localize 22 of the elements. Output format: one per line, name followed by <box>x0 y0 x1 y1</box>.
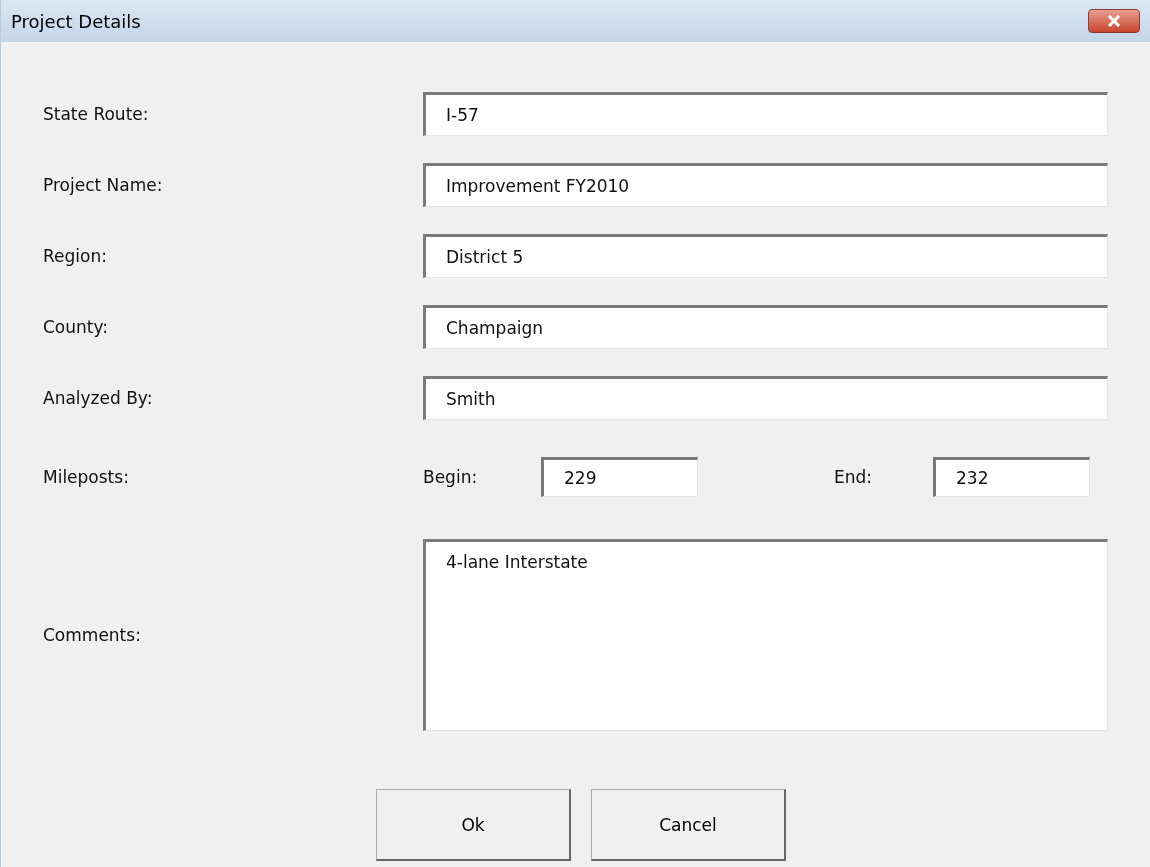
field-label: Project Name: <box>43 175 164 195</box>
field-label: State Route: <box>43 104 150 124</box>
text-field[interactable]: District 5 <box>423 234 1108 278</box>
field-label: Analyzed By: <box>43 388 154 408</box>
text-field[interactable]: Champaign <box>423 305 1108 349</box>
field-label: County: <box>43 317 110 337</box>
field-label: Mileposts: <box>43 467 130 487</box>
field-label: End: <box>834 467 874 487</box>
window-title: Project Details <box>11 10 141 32</box>
text-field[interactable]: Smith <box>423 376 1108 420</box>
text-field[interactable]: Improvement FY2010 <box>423 163 1108 207</box>
comments-field[interactable]: 4-lane Interstate <box>423 539 1108 731</box>
text-field[interactable]: I-57 <box>423 92 1108 136</box>
text-field[interactable]: 229 <box>541 457 698 497</box>
field-label: Comments: <box>43 625 142 645</box>
cancel-button[interactable]: Cancel <box>591 789 786 861</box>
field-label: Region: <box>43 246 108 266</box>
close-icon <box>1107 15 1121 27</box>
close-button[interactable] <box>1088 9 1140 33</box>
field-label: Begin: <box>423 467 479 487</box>
ok-button[interactable]: Ok <box>376 789 571 861</box>
text-field[interactable]: 232 <box>933 457 1090 497</box>
